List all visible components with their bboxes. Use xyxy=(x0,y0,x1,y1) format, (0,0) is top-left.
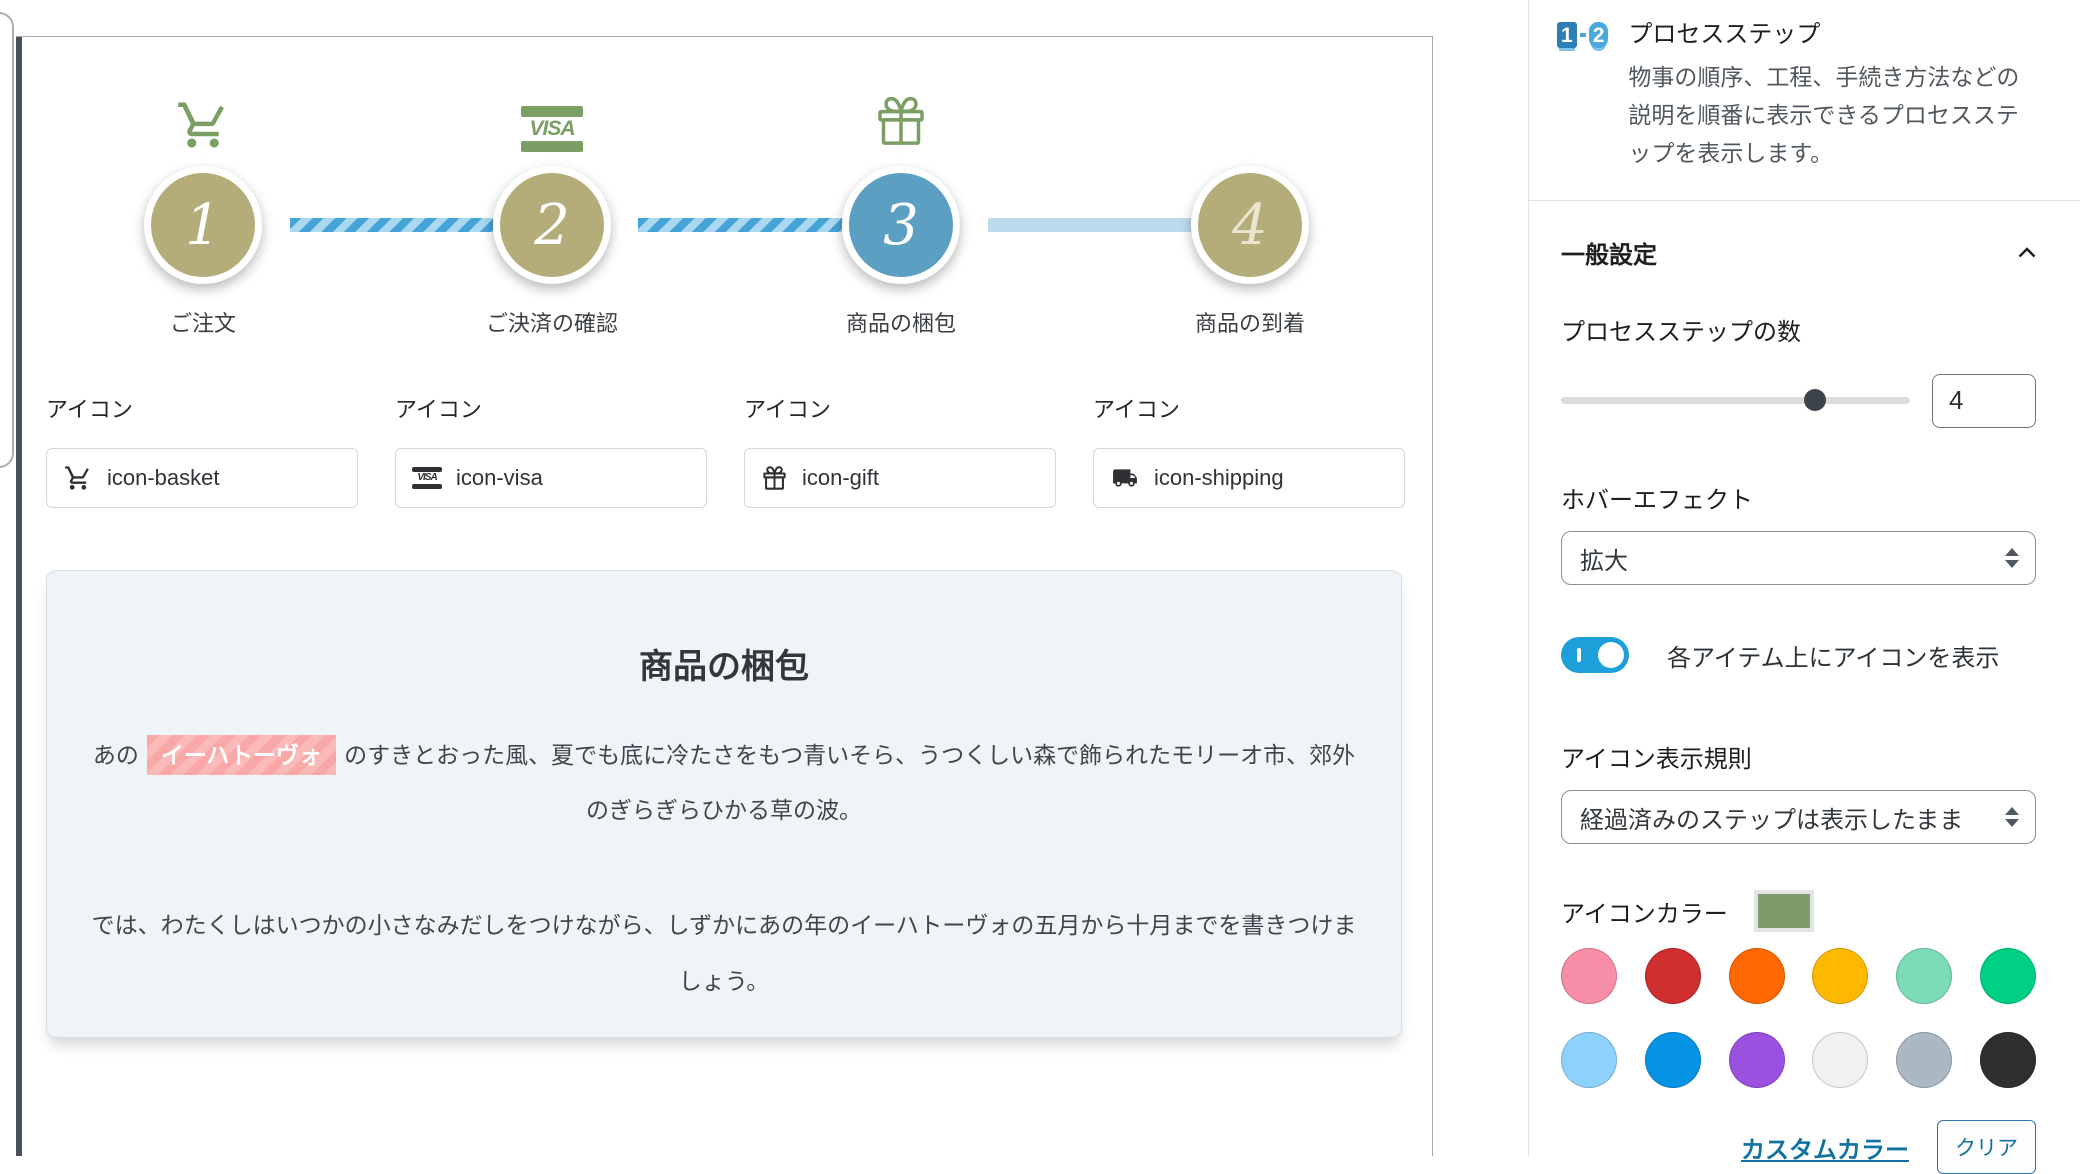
select-arrows-icon xyxy=(2005,548,2019,568)
block-description: 物事の順序、工程、手続き方法などの説明を順番に表示できるプロセスステップを表示し… xyxy=(1628,58,2040,172)
icon-name-fields: アイコン icon-basket アイコン VISA icon-visa アイコ… xyxy=(46,392,1406,508)
icon-rule-value: 経過済みのステップは表示したまま xyxy=(1580,800,1963,835)
step-content-panel: 商品の梱包 あのイーハトーヴォのすきとおった風、夏でも底に冷たさをもつ青いそら、… xyxy=(46,570,1402,1038)
palette-swatch[interactable] xyxy=(1645,948,1701,1004)
palette-swatch[interactable] xyxy=(1729,1032,1785,1088)
icon-field-2[interactable]: VISA icon-visa xyxy=(395,448,707,508)
step-2[interactable]: VISA 2 ご決済の確認 xyxy=(402,86,702,338)
palette-swatch[interactable] xyxy=(1561,1032,1617,1088)
steps-count-slider[interactable] xyxy=(1561,397,1910,404)
icon-field-1-label: アイコン xyxy=(46,392,358,424)
block-settings-sidebar: 12 プロセスステップ 物事の順序、工程、手続き方法などの説明を順番に表示できる… xyxy=(1528,0,2080,1156)
process-step-block-icon: 12 xyxy=(1557,18,1608,200)
block-title: プロセスステップ xyxy=(1628,18,2040,52)
step-2-number: 2 xyxy=(534,193,570,258)
palette-swatch[interactable] xyxy=(1896,948,1952,1004)
step-1-label[interactable]: ご注文 xyxy=(53,306,353,338)
icon-field-3-label: アイコン xyxy=(744,392,1056,424)
truck-icon xyxy=(1110,465,1140,491)
step-2-label[interactable]: ご決済の確認 xyxy=(402,306,702,338)
block-card: 12 プロセスステップ 物事の順序、工程、手続き方法などの説明を順番に表示できる… xyxy=(1529,0,2080,201)
select-arrows-icon xyxy=(2005,807,2019,827)
steps-count-input[interactable] xyxy=(1932,374,2036,428)
step-3[interactable]: 3 商品の梱包 xyxy=(751,86,1051,338)
palette-swatch[interactable] xyxy=(1896,1032,1952,1088)
icon-field-2-label: アイコン xyxy=(395,392,707,424)
icon-field-1[interactable]: icon-basket xyxy=(46,448,358,508)
clear-color-button[interactable]: クリア xyxy=(1937,1120,2036,1174)
editor-canvas: 1 ご注文 VISA 2 ご決済の確認 xyxy=(0,0,1433,1156)
icon-field-4-label: アイコン xyxy=(1093,392,1405,424)
show-icons-toggle-label: 各アイテム上にアイコンを表示 xyxy=(1667,638,1999,673)
custom-color-link[interactable]: カスタムカラー xyxy=(1741,1130,1909,1165)
gift-icon xyxy=(761,463,788,493)
hover-effect-label: ホバーエフェクト xyxy=(1561,480,2036,515)
basket-icon xyxy=(63,464,93,492)
paragraph-1[interactable]: あのイーハトーヴォのすきとおった風、夏でも底に冷たさをもつ青いそら、うつくしい森… xyxy=(89,728,1359,838)
hover-effect-value: 拡大 xyxy=(1580,541,1628,576)
process-steps: 1 ご注文 VISA 2 ご決済の確認 xyxy=(28,86,1406,366)
step-4-label[interactable]: 商品の到着 xyxy=(1100,306,1400,338)
step-3-label[interactable]: 商品の梱包 xyxy=(751,306,1051,338)
icon-field-4[interactable]: icon-shipping xyxy=(1093,448,1405,508)
step-1[interactable]: 1 ご注文 xyxy=(53,86,353,338)
icon-field-3[interactable]: icon-gift xyxy=(744,448,1056,508)
palette-swatch[interactable] xyxy=(1812,948,1868,1004)
canvas-right-border xyxy=(1432,36,1433,1156)
adjacent-block-outline xyxy=(0,12,14,468)
general-settings-header[interactable]: 一般設定 xyxy=(1561,235,2036,270)
hover-effect-select[interactable]: 拡大 xyxy=(1561,531,2036,585)
step-3-circle[interactable]: 3 xyxy=(842,166,960,284)
color-palette xyxy=(1561,948,2036,1088)
step-1-circle[interactable]: 1 xyxy=(144,166,262,284)
palette-swatch[interactable] xyxy=(1980,1032,2036,1088)
step-3-number: 3 xyxy=(883,193,919,258)
cart-icon xyxy=(174,98,232,152)
visa-icon: VISA xyxy=(412,467,442,489)
step-4-circle[interactable]: 4 xyxy=(1191,166,1309,284)
palette-swatch[interactable] xyxy=(1980,948,2036,1004)
step-2-circle[interactable]: 2 xyxy=(493,166,611,284)
icon-color-label: アイコンカラー xyxy=(1561,894,1728,929)
step-1-number: 1 xyxy=(185,193,221,258)
icon-field-1-value: icon-basket xyxy=(107,465,220,491)
p1-after: のすきとおった風、夏でも底に冷たさをもつ青いそら、うつくしい森で飾られたモリーオ… xyxy=(344,742,1355,823)
highlighted-text: イーハトーヴォ xyxy=(147,735,336,775)
icon-field-2-value: icon-visa xyxy=(456,465,543,491)
icon-color-current-swatch xyxy=(1754,890,1814,932)
visa-icon: VISA xyxy=(521,106,583,152)
general-settings-title: 一般設定 xyxy=(1561,235,1657,270)
palette-swatch[interactable] xyxy=(1729,948,1785,1004)
show-icons-toggle[interactable] xyxy=(1561,637,1629,673)
steps-count-label: プロセスステップの数 xyxy=(1561,312,2036,347)
paragraph-2[interactable]: では、わたくしはいつかの小さなみだしをつけながら、しずかにあの年のイーハトーヴォ… xyxy=(89,898,1359,1008)
chevron-up-icon[interactable] xyxy=(2018,247,2036,258)
icon-rule-select[interactable]: 経過済みのステップは表示したまま xyxy=(1561,790,2036,844)
icon-field-3-value: icon-gift xyxy=(802,465,879,491)
palette-swatch[interactable] xyxy=(1561,948,1617,1004)
palette-swatch[interactable] xyxy=(1645,1032,1701,1088)
step-content-text[interactable]: あのイーハトーヴォのすきとおった風、夏でも底に冷たさをもつ青いそら、うつくしい森… xyxy=(89,728,1359,1009)
gift-icon xyxy=(873,90,929,152)
step-content-heading[interactable]: 商品の梱包 xyxy=(47,639,1401,688)
icon-field-4-value: icon-shipping xyxy=(1154,465,1284,491)
icon-rule-label: アイコン表示規則 xyxy=(1561,739,2036,774)
step-4-number: 4 xyxy=(1232,193,1268,258)
step-4[interactable]: 4 商品の到着 xyxy=(1100,86,1400,338)
p1-before: あの xyxy=(93,742,139,768)
canvas-top-border xyxy=(16,36,1432,37)
slider-thumb[interactable] xyxy=(1804,389,1826,411)
selected-block-bar xyxy=(16,37,22,1156)
palette-swatch[interactable] xyxy=(1812,1032,1868,1088)
